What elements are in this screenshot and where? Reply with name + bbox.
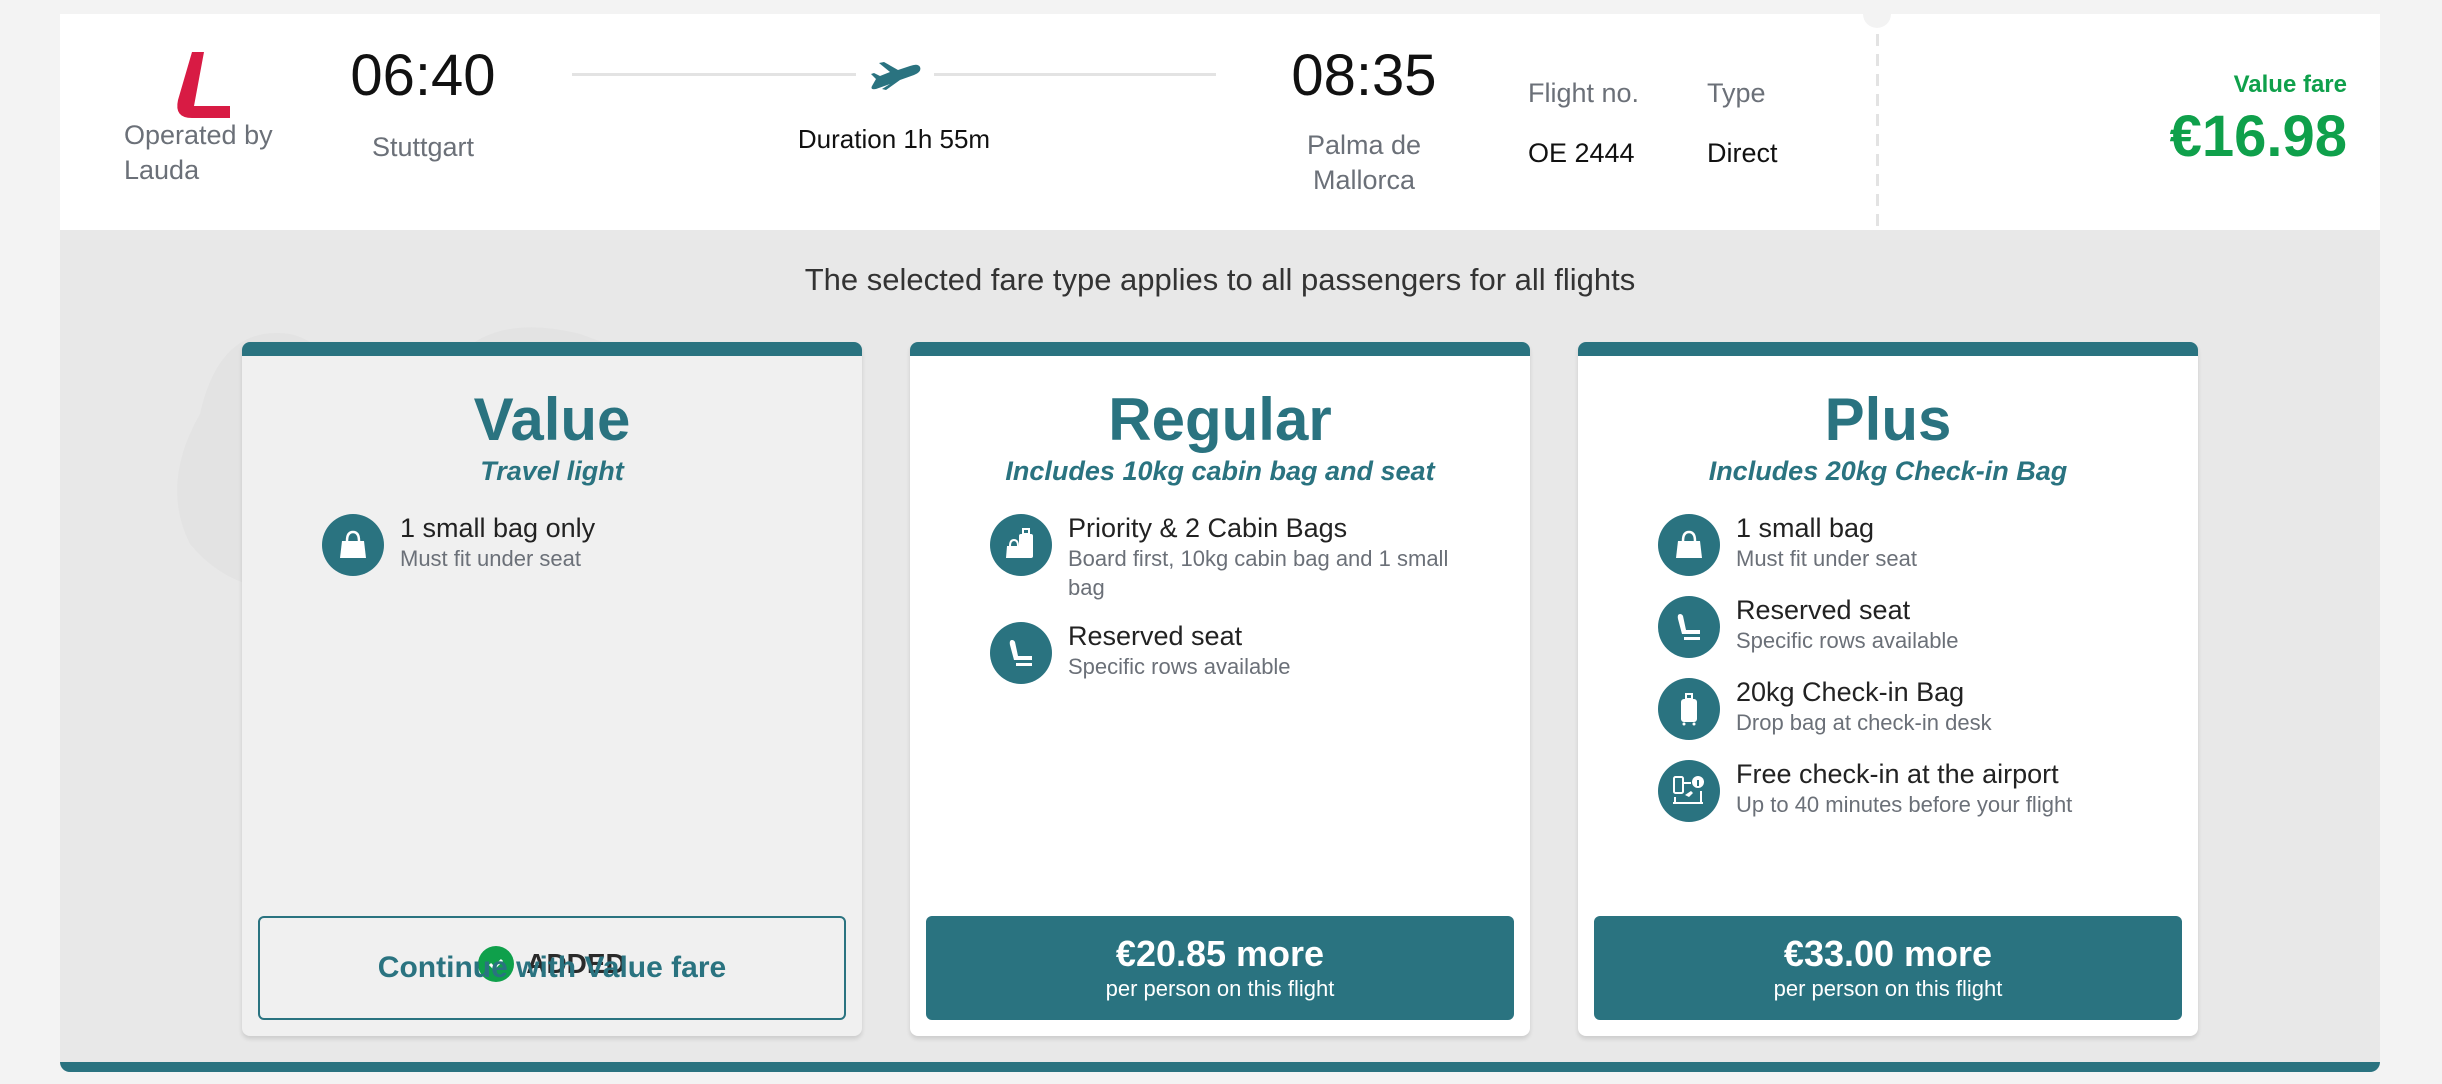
route-line-right [934, 73, 1216, 76]
fare-selection-panel: Operated by Lauda 06:40 Stuttgart Duratio… [60, 14, 2380, 1072]
fare-tagline: Includes 10kg cabin bag and seat [1005, 456, 1435, 486]
airplane-icon [871, 62, 921, 90]
feature-item: Reserved seat Specific rows available [1658, 594, 2158, 658]
card-top-bar [910, 342, 1530, 356]
continue-value-fare-button[interactable]: Continue with Value fare [258, 916, 846, 1020]
operated-by-label: Operated by Lauda [124, 120, 273, 185]
button-subtext: per person on this flight [1105, 976, 1335, 1001]
panel-bottom-bar [60, 1062, 2380, 1072]
flight-type: Direct [1707, 138, 1778, 168]
fare-title: Regular [1108, 386, 1332, 453]
route-line-left [572, 73, 856, 76]
feature-desc: Drop bag at check-in desk [1736, 710, 1992, 735]
flight-duration: Duration 1h 55m [797, 124, 991, 154]
fare-title: Value [473, 386, 631, 453]
feature-desc: Must fit under seat [400, 546, 581, 571]
fare-tagline: Travel light [480, 456, 624, 486]
feature-item: Free check-in at the airport Up to 40 mi… [1658, 758, 2158, 822]
feature-list: 1 small bag only Must fit under seat [322, 512, 822, 594]
ticket-divider [1876, 34, 1879, 230]
card-top-bar [1578, 342, 2198, 356]
feature-item: Reserved seat Specific rows available [990, 620, 1490, 684]
flight-summary-header: Operated by Lauda 06:40 Stuttgart Duratio… [60, 14, 2380, 230]
feature-title: 1 small bag only [400, 513, 596, 543]
fare-card-plus: Plus Includes 20kg Check-in Bag 1 small … [1578, 342, 2198, 1036]
feature-desc: Board first, 10kg cabin bag and 1 small … [1068, 546, 1449, 600]
feature-item: 1 small bag Must fit under seat [1658, 512, 2158, 576]
checkin-desk-icon [1658, 760, 1720, 822]
button-label: Continue with Value fare [377, 951, 727, 984]
feature-desc: Specific rows available [1736, 628, 1959, 653]
lauda-logo-icon [177, 52, 230, 118]
feature-list: 1 small bag Must fit under seat Reserved… [1658, 512, 2158, 840]
feature-item: Priority & 2 Cabin Bags Board first, 10k… [990, 512, 1490, 602]
button-price: €33.00 more [1783, 933, 1993, 974]
upgrade-plus-button[interactable]: €33.00 more per person on this flight [1594, 916, 2182, 1020]
departure-city: Stuttgart [371, 132, 475, 162]
upgrade-regular-button[interactable]: €20.85 more per person on this flight [926, 916, 1514, 1020]
cabin-bags-icon [990, 514, 1052, 576]
feature-title: Priority & 2 Cabin Bags [1068, 513, 1348, 543]
arrival-city: Palma de Mallorca [1306, 130, 1422, 195]
feature-title: Reserved seat [1068, 621, 1243, 651]
feature-item: 20kg Check-in Bag Drop bag at check-in d… [1658, 676, 2158, 740]
feature-title: Free check-in at the airport [1736, 759, 2059, 789]
feature-item: 1 small bag only Must fit under seat [322, 512, 822, 576]
feature-list: Priority & 2 Cabin Bags Board first, 10k… [990, 512, 1490, 702]
arrival-time: 08:35 [1291, 43, 1437, 108]
seat-icon [1658, 596, 1720, 658]
fare-title: Plus [1824, 386, 1952, 453]
flight-number: OE 2444 [1528, 138, 1635, 168]
handbag-icon [1658, 514, 1720, 576]
ticket-notch [1863, 14, 1891, 28]
flight-number-label: Flight no. [1528, 78, 1640, 108]
selected-fare-price: €16.98 [2169, 104, 2347, 169]
feature-title: 1 small bag [1736, 513, 1875, 543]
button-subtext: per person on this flight [1773, 976, 2003, 1001]
feature-title: 20kg Check-in Bag [1736, 677, 1965, 707]
selected-fare-label: Value fare [2233, 71, 2347, 98]
feature-desc: Must fit under seat [1736, 546, 1917, 571]
feature-desc: Specific rows available [1068, 654, 1291, 679]
flight-type-label: Type [1707, 78, 1766, 108]
seat-icon [990, 622, 1052, 684]
button-price: €20.85 more [1115, 933, 1325, 974]
fare-card-regular: Regular Includes 10kg cabin bag and seat… [910, 342, 1530, 1036]
feature-desc: Up to 40 minutes before your flight [1736, 792, 2073, 817]
departure-time: 06:40 [350, 43, 496, 108]
fare-card-value: Value Travel light 1 small bag only Must… [242, 342, 862, 1036]
handbag-icon [322, 514, 384, 576]
feature-title: Reserved seat [1736, 595, 1911, 625]
card-top-bar [242, 342, 862, 356]
fare-tagline: Includes 20kg Check-in Bag [1708, 456, 2068, 486]
suitcase-icon [1658, 678, 1720, 740]
fare-info-text: The selected fare type applies to all pa… [804, 262, 1636, 297]
